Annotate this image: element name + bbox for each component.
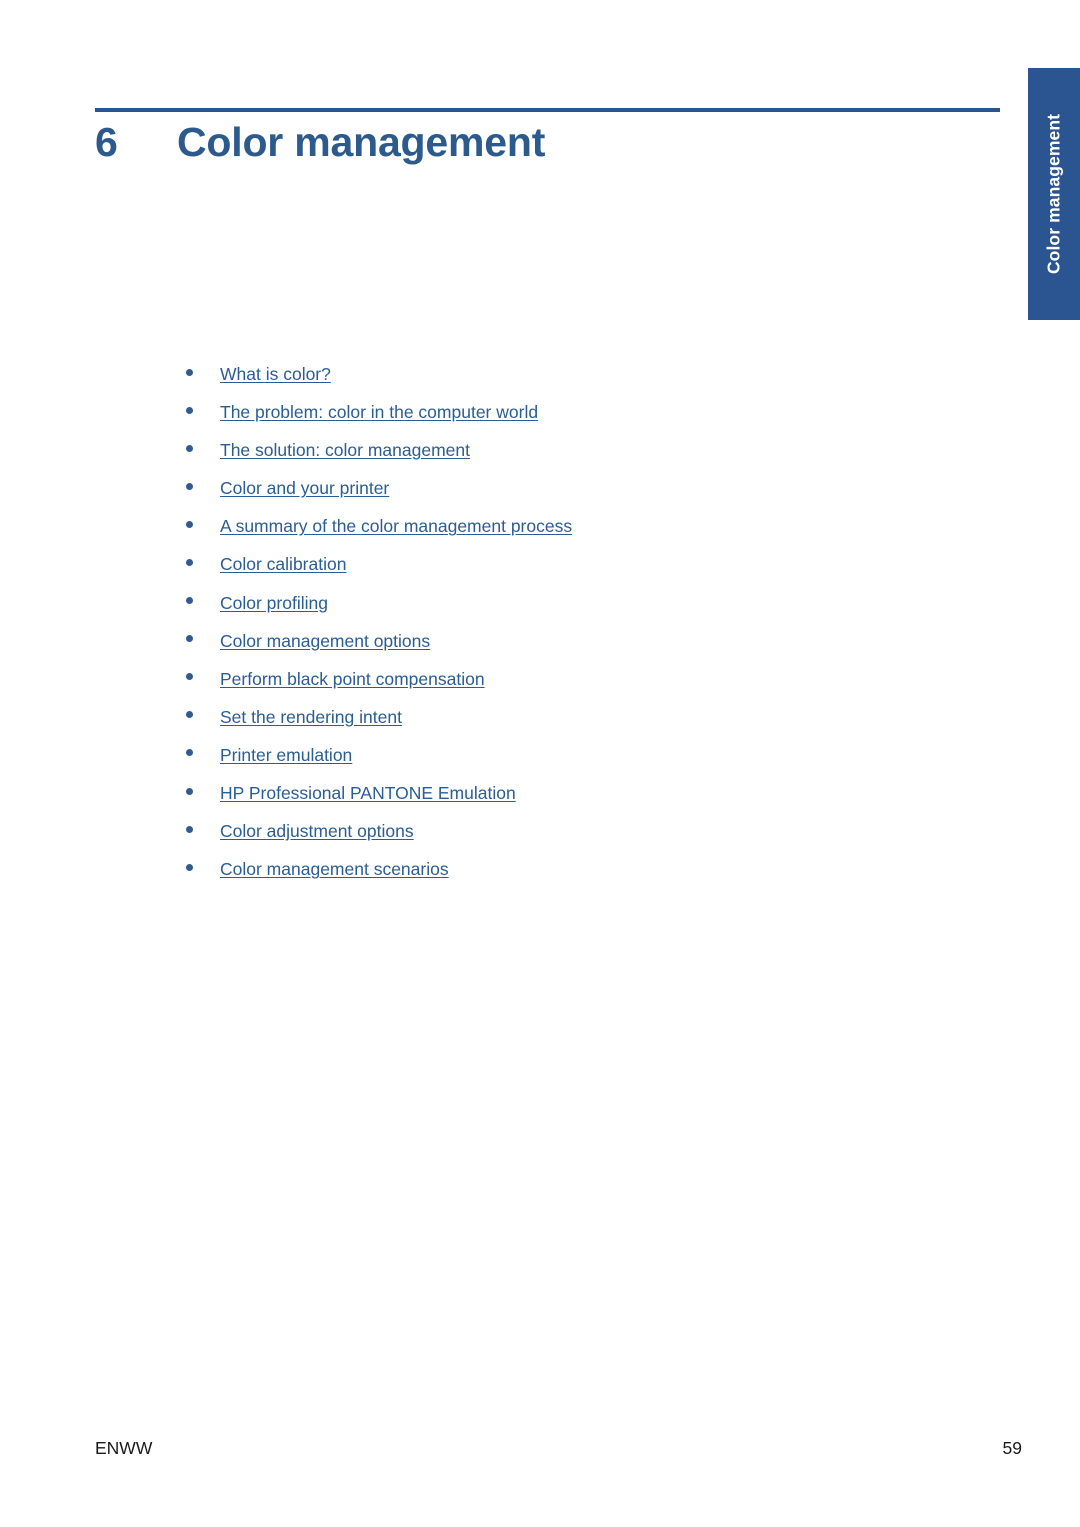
- bullet-icon: [186, 780, 220, 802]
- toc-link-color-adjustment-options[interactable]: Color adjustment options: [220, 820, 414, 842]
- bullet-icon: [186, 590, 220, 612]
- toc-link-color-management-scenarios[interactable]: Color management scenarios: [220, 858, 449, 880]
- bullet-icon: [186, 666, 220, 688]
- chapter-number: 6: [95, 119, 118, 165]
- list-item: Color calibration: [186, 553, 986, 591]
- chapter-title: Color management: [177, 119, 546, 165]
- side-thumb-tab: Color management: [1028, 68, 1080, 320]
- bullet-icon: [186, 704, 220, 726]
- page-title: 6 Color management: [95, 116, 1000, 168]
- toc-link-color-profiling[interactable]: Color profiling: [220, 592, 328, 614]
- list-item: Color profiling: [186, 592, 986, 630]
- bullet-icon: [186, 399, 220, 421]
- bullet-icon: [186, 742, 220, 764]
- side-thumb-tab-label: Color management: [1043, 113, 1064, 275]
- list-item: Color management options: [186, 630, 986, 668]
- bullet-icon: [186, 551, 220, 573]
- toc-link-rendering-intent[interactable]: Set the rendering intent: [220, 706, 402, 728]
- toc-link-black-point-compensation[interactable]: Perform black point compensation: [220, 668, 485, 690]
- list-item: A summary of the color management proces…: [186, 515, 986, 553]
- bullet-icon: [186, 437, 220, 459]
- bullet-icon: [186, 513, 220, 535]
- list-item: HP Professional PANTONE Emulation: [186, 782, 986, 820]
- footer-locale-code: ENWW: [95, 1438, 153, 1458]
- document-page: 6 Color management Color management What…: [0, 0, 1080, 1527]
- bullet-icon: [186, 361, 220, 383]
- toc-link-what-is-color[interactable]: What is color?: [220, 363, 331, 385]
- list-item: Color and your printer: [186, 477, 986, 515]
- chapter-rule: [95, 108, 1000, 112]
- bullet-icon: [186, 628, 220, 650]
- toc-link-the-solution[interactable]: The solution: color management: [220, 439, 470, 461]
- bullet-icon: [186, 475, 220, 497]
- toc-link-pantone-emulation[interactable]: HP Professional PANTONE Emulation: [220, 782, 516, 804]
- list-item: Perform black point compensation: [186, 668, 986, 706]
- list-item: Set the rendering intent: [186, 706, 986, 744]
- list-item: The problem: color in the computer world: [186, 401, 986, 439]
- list-item: Color adjustment options: [186, 820, 986, 858]
- toc-link-summary-of-process[interactable]: A summary of the color management proces…: [220, 515, 572, 537]
- page-footer: ENWW 59: [95, 1437, 1022, 1459]
- list-item: What is color?: [186, 363, 986, 401]
- list-item: Color management scenarios: [186, 858, 986, 896]
- page-number: 59: [1002, 1438, 1022, 1458]
- toc-link-color-management-options[interactable]: Color management options: [220, 630, 430, 652]
- toc-link-color-and-your-printer[interactable]: Color and your printer: [220, 477, 389, 499]
- toc-link-the-problem[interactable]: The problem: color in the computer world: [220, 401, 538, 423]
- bullet-icon: [186, 818, 220, 840]
- chapter-contents-list: What is color? The problem: color in the…: [186, 363, 986, 896]
- list-item: Printer emulation: [186, 744, 986, 782]
- list-item: The solution: color management: [186, 439, 986, 477]
- toc-link-color-calibration[interactable]: Color calibration: [220, 553, 346, 575]
- toc-link-printer-emulation[interactable]: Printer emulation: [220, 744, 352, 766]
- bullet-icon: [186, 856, 220, 878]
